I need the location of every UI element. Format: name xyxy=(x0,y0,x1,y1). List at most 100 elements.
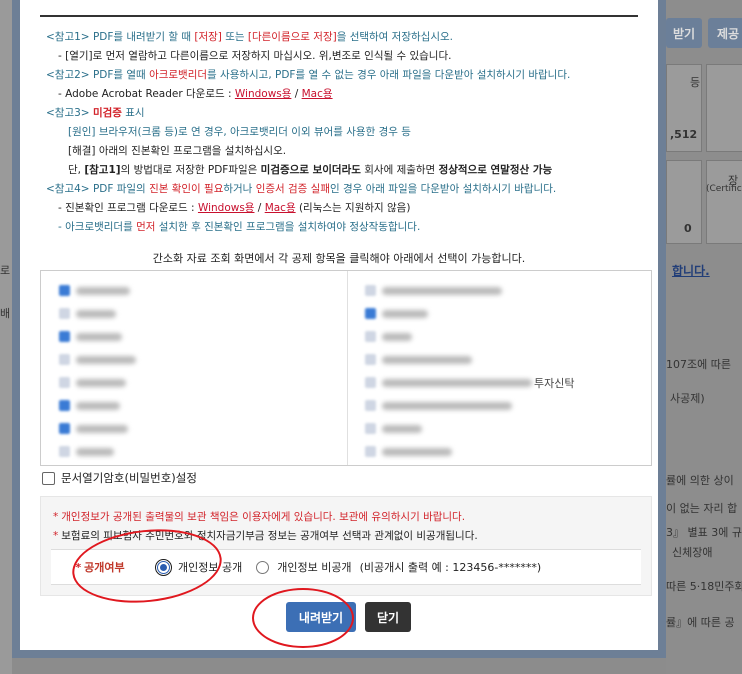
blurred-label xyxy=(382,309,428,318)
note-2-sub: - Adobe Acrobat Reader 다운로드 : Windows용 /… xyxy=(58,88,333,100)
encrypt-option[interactable]: 문서열기암호(비밀번호)설정 xyxy=(42,470,197,486)
bg-text-13: 따른 5·18민주화 xyxy=(666,580,742,593)
blurred-label xyxy=(76,447,114,456)
background-right-panel: 받기 제공 등 ,512 장 (Certific 0 합니다. 107조에 따른… xyxy=(666,0,742,674)
bg-submit-button[interactable]: 제공 xyxy=(708,18,742,48)
list-item[interactable] xyxy=(365,325,651,348)
list-item[interactable] xyxy=(365,394,651,417)
disclosure-row: * 공개여부 개인정보 공개 개인정보 비공개 (비공개시 출력 예 : 1234… xyxy=(51,549,641,585)
pdf-download-dialog: <참고1> PDF를 내려받기 할 때 [저장] 또는 [다른이름으로 저장]을… xyxy=(12,0,666,658)
acrobat-windows-link[interactable]: Windows용 xyxy=(235,88,292,100)
list-item[interactable] xyxy=(59,371,359,394)
list-item[interactable] xyxy=(59,440,359,463)
close-button[interactable]: 닫기 xyxy=(365,602,411,632)
blurred-label xyxy=(382,447,452,456)
checkbox-icon[interactable] xyxy=(59,308,70,319)
checkbox-icon[interactable] xyxy=(59,377,70,388)
asterisk-icon: * xyxy=(75,560,82,574)
checkbox-icon[interactable] xyxy=(365,377,376,388)
bg-text-7: 107조에 따른 xyxy=(666,358,731,371)
list-item[interactable] xyxy=(59,417,359,440)
verify-mac-link[interactable]: Mac용 xyxy=(265,202,296,214)
bg-text-2: ,512 xyxy=(670,128,698,141)
bg-download-button[interactable]: 받기 xyxy=(666,18,702,48)
checkbox-icon[interactable] xyxy=(365,400,376,411)
blurred-label xyxy=(76,355,136,364)
blurred-label xyxy=(382,378,532,387)
list-item[interactable] xyxy=(59,279,359,302)
blurred-label xyxy=(76,332,122,341)
blurred-label xyxy=(382,286,502,295)
list-item[interactable] xyxy=(59,348,359,371)
checkbox-icon[interactable] xyxy=(59,354,70,365)
list-item[interactable] xyxy=(365,440,651,463)
note-4-sub2: - 아크로뱃리더를 먼저 설치한 후 진본확인 프로그램을 설치하여야 정상작동… xyxy=(58,221,421,233)
public-radio-label[interactable]: 개인정보 공개 xyxy=(178,559,242,575)
checkbox-icon[interactable] xyxy=(365,446,376,457)
list-item[interactable] xyxy=(59,325,359,348)
bg-text-5: 0 xyxy=(684,222,692,235)
note-3-cause: [원인] 브라우저(크롬 등)로 연 경우, 아크로뱃리더 이외 뷰어를 사용한… xyxy=(68,126,411,138)
background-left-strip: 로 배 xyxy=(0,0,12,674)
encrypt-label: 문서열기암호(비밀번호)설정 xyxy=(61,471,197,485)
blurred-label xyxy=(76,401,120,410)
bg-text-4: (Certific xyxy=(706,184,742,194)
deduction-item-list[interactable]: 투자신탁 xyxy=(40,270,652,466)
private-example-text: (비공개시 출력 예 : 123456-*******) xyxy=(359,561,542,574)
list-item[interactable]: 투자신탁 xyxy=(365,371,651,394)
checkbox-icon[interactable] xyxy=(365,331,376,342)
dialog-content: <참고1> PDF를 내려받기 할 때 [저장] 또는 [다른이름으로 저장]을… xyxy=(20,0,658,650)
asterisk-icon: * xyxy=(53,530,59,542)
note-4-sub: - 진본확인 프로그램 다운로드 : Windows용 / Mac용 (리눅스는… xyxy=(58,202,411,214)
checkbox-icon[interactable] xyxy=(59,446,70,457)
deduction-column-left xyxy=(59,279,359,463)
blurred-label xyxy=(382,355,472,364)
checkbox-icon[interactable] xyxy=(365,308,376,319)
deduction-column-right: 투자신탁 xyxy=(365,279,651,463)
checkbox-icon[interactable] xyxy=(365,423,376,434)
private-radio-label[interactable]: 개인정보 비공개 xyxy=(277,559,351,575)
bg-summary-box-2 xyxy=(706,64,742,152)
acrobat-mac-link[interactable]: Mac용 xyxy=(302,88,333,100)
blurred-label xyxy=(76,286,130,295)
asterisk-icon: * xyxy=(53,511,59,523)
list-item[interactable] xyxy=(59,302,359,325)
private-radio[interactable] xyxy=(256,560,270,574)
checkbox-icon[interactable] xyxy=(365,354,376,365)
bg-text-9: 률에 의한 상이 xyxy=(666,474,734,487)
download-button[interactable]: 내려받기 xyxy=(286,602,356,632)
privacy-warning-1: * 개인정보가 공개된 출력물의 보관 책임은 이용자에게 있습니다. 보관에 유… xyxy=(53,511,466,523)
blurred-label xyxy=(382,332,412,341)
checkbox-icon[interactable] xyxy=(59,400,70,411)
note-3-fix: [해결] 아래의 진본확인 프로그램을 설치하십시오. xyxy=(68,145,287,157)
note-1-sub: - [열기]로 먼저 열람하고 다른이름으로 저장하지 마십시오. 위,변조로 … xyxy=(58,50,452,62)
checkbox-icon[interactable] xyxy=(365,285,376,296)
checkbox-icon[interactable] xyxy=(59,285,70,296)
checkbox-icon[interactable] xyxy=(59,331,70,342)
privacy-warning-2: * 보험료의 피보험자 주민번호와 정치자금기부금 정보는 공개여부 선택과 관계… xyxy=(53,530,478,542)
list-item-suffix: 투자신탁 xyxy=(534,376,575,390)
bg-text-8: 사공제) xyxy=(670,392,705,405)
bg-text-11: 3』 별표 3에 규 xyxy=(666,526,742,539)
list-item[interactable] xyxy=(365,348,651,371)
disclosure-options: 개인정보 공개 개인정보 비공개 (비공개시 출력 예 : 123456-***… xyxy=(155,550,542,584)
blurred-label xyxy=(382,424,422,433)
note-2: <참고2> PDF를 열때 아크로뱃리더를 사용하시고, PDF를 열 수 없는… xyxy=(46,69,571,81)
bg-text-6[interactable]: 합니다. xyxy=(672,262,710,279)
blurred-label xyxy=(76,424,128,433)
public-radio[interactable] xyxy=(155,558,172,576)
list-item[interactable] xyxy=(365,279,651,302)
list-item[interactable] xyxy=(59,394,359,417)
bg-left-text-1: 로 xyxy=(0,264,11,277)
bg-text-1: 등 xyxy=(690,76,701,89)
note-3: <참고3> 미검증 표시 xyxy=(46,107,145,119)
checkbox-icon[interactable] xyxy=(59,423,70,434)
verify-windows-link[interactable]: Windows용 xyxy=(198,202,255,214)
encrypt-checkbox[interactable] xyxy=(42,471,55,485)
privacy-section: * 개인정보가 공개된 출력물의 보관 책임은 이용자에게 있습니다. 보관에 유… xyxy=(40,496,652,596)
list-item[interactable] xyxy=(365,417,651,440)
bg-text-12: 신체장애 xyxy=(672,546,713,559)
bg-left-text-2: 배 xyxy=(0,307,11,320)
disclosure-label: * 공개여부 xyxy=(75,560,125,575)
list-item[interactable] xyxy=(365,302,651,325)
